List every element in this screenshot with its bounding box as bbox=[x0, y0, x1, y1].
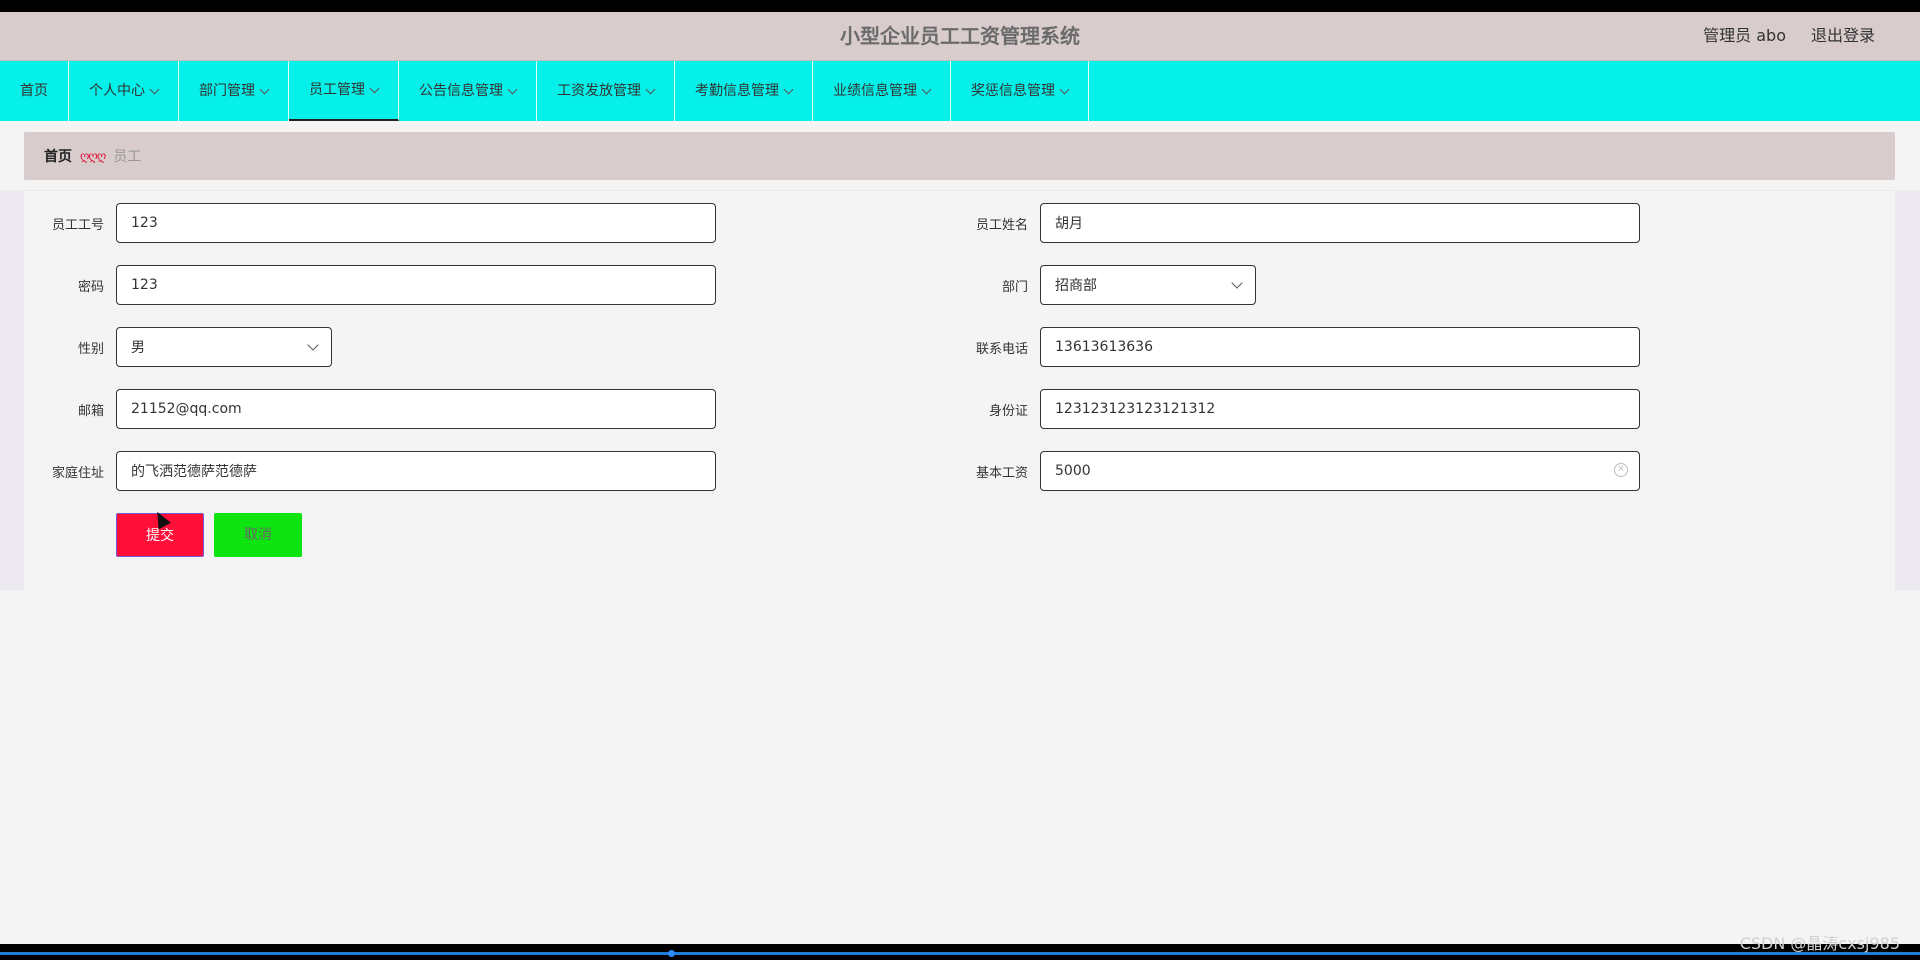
form-row-department: 部门 招商部 bbox=[948, 265, 1256, 305]
chevron-down-icon bbox=[149, 84, 160, 94]
nav-item-label: 首页 bbox=[20, 83, 48, 99]
breadcrumb: 首页 ღღღ 员工 bbox=[24, 132, 1895, 180]
chevron-down-icon bbox=[783, 84, 794, 94]
phone-input[interactable] bbox=[1040, 327, 1640, 367]
nav-item-notice[interactable]: 公告信息管理 bbox=[399, 61, 537, 121]
field-label: 密码 bbox=[77, 279, 104, 295]
breadcrumb-home[interactable]: 首页 bbox=[44, 146, 72, 166]
form-row-employee-no: 员工工号 bbox=[24, 203, 716, 243]
field-label: 身份证 bbox=[988, 403, 1028, 419]
nav-item-personal-center[interactable]: 个人中心 bbox=[69, 61, 179, 121]
nav-item-label: 考勤信息管理 bbox=[695, 83, 779, 99]
gender-selected-value: 男 bbox=[131, 340, 145, 356]
nav-item-label: 奖惩信息管理 bbox=[971, 83, 1055, 99]
form-row-password: 密码 bbox=[24, 265, 716, 305]
field-label: 性别 bbox=[77, 341, 104, 357]
id-card-input[interactable] bbox=[1040, 389, 1640, 429]
form-row-address: 家庭住址 bbox=[24, 451, 716, 491]
form-row-gender: 性别 男 bbox=[24, 327, 332, 367]
field-label: 员工工号 bbox=[51, 217, 104, 233]
nav-item-department[interactable]: 部门管理 bbox=[179, 61, 289, 121]
department-selected-value: 招商部 bbox=[1055, 278, 1097, 294]
chevron-down-icon bbox=[259, 84, 270, 94]
gender-select[interactable]: 男 bbox=[116, 327, 332, 367]
nav-item-attendance[interactable]: 考勤信息管理 bbox=[675, 61, 813, 121]
chevron-down-icon bbox=[307, 339, 319, 351]
email-input[interactable] bbox=[116, 389, 716, 429]
field-label: 员工姓名 bbox=[975, 217, 1028, 233]
app-title: 小型企业员工工资管理系统 bbox=[840, 24, 1080, 48]
department-select[interactable]: 招商部 bbox=[1040, 265, 1256, 305]
chevron-down-icon bbox=[1231, 277, 1243, 289]
nav-item-employee[interactable]: 员工管理 bbox=[289, 61, 399, 121]
employee-name-input[interactable] bbox=[1040, 203, 1640, 243]
field-label: 部门 bbox=[1001, 279, 1028, 295]
logout-link[interactable]: 退出登录 bbox=[1811, 12, 1875, 60]
field-label: 联系电话 bbox=[975, 341, 1028, 357]
salary-input[interactable] bbox=[1040, 451, 1640, 491]
nav-item-performance[interactable]: 业绩信息管理 bbox=[813, 61, 951, 121]
address-input[interactable] bbox=[116, 451, 716, 491]
form-row-phone: 联系电话 bbox=[948, 327, 1640, 367]
field-label: 家庭住址 bbox=[51, 465, 104, 481]
main-nav: 首页 个人中心 部门管理 员工管理 公告信息管理 工资发放管理 考勤信息管理 业… bbox=[0, 61, 1920, 121]
cancel-button[interactable]: 取消 bbox=[214, 513, 302, 557]
nav-item-label: 业绩信息管理 bbox=[833, 83, 917, 99]
chevron-down-icon bbox=[645, 84, 656, 94]
form-row-id-card: 身份证 bbox=[948, 389, 1640, 429]
nav-item-salary[interactable]: 工资发放管理 bbox=[537, 61, 675, 121]
salary-input-wrapper: × bbox=[1040, 451, 1640, 491]
form-row-email: 邮箱 bbox=[24, 389, 716, 429]
nav-item-label: 员工管理 bbox=[309, 82, 365, 98]
employee-no-input[interactable] bbox=[116, 203, 716, 243]
chevron-down-icon bbox=[369, 83, 380, 93]
nav-item-label: 部门管理 bbox=[199, 83, 255, 99]
video-progress-handle[interactable] bbox=[668, 950, 675, 957]
nav-item-home[interactable]: 首页 bbox=[0, 61, 69, 121]
video-progress-line bbox=[0, 952, 1920, 955]
breadcrumb-current: 员工 bbox=[113, 149, 142, 165]
nav-item-reward[interactable]: 奖惩信息管理 bbox=[951, 61, 1089, 121]
chevron-down-icon bbox=[507, 84, 518, 94]
field-label: 邮箱 bbox=[77, 403, 104, 419]
form-row-employee-name: 员工姓名 bbox=[948, 203, 1640, 243]
breadcrumb-separator-icon: ღღღ bbox=[80, 149, 106, 163]
user-label: 管理员 abo bbox=[1703, 26, 1786, 45]
form-row-salary: 基本工资 × bbox=[948, 451, 1640, 491]
nav-item-label: 公告信息管理 bbox=[419, 83, 503, 99]
watermark-text: CSDN @晶涛cxsj985 bbox=[1739, 934, 1900, 953]
password-input[interactable] bbox=[116, 265, 716, 305]
clear-icon[interactable]: × bbox=[1614, 463, 1628, 477]
chevron-down-icon bbox=[1059, 84, 1070, 94]
field-label: 基本工资 bbox=[975, 465, 1028, 481]
app-header: 小型企业员工工资管理系统 管理员 abo 退出登录 bbox=[0, 12, 1920, 61]
nav-item-label: 工资发放管理 bbox=[557, 83, 641, 99]
chevron-down-icon bbox=[921, 84, 932, 94]
nav-item-label: 个人中心 bbox=[89, 83, 145, 99]
top-black-bar bbox=[0, 0, 1920, 12]
